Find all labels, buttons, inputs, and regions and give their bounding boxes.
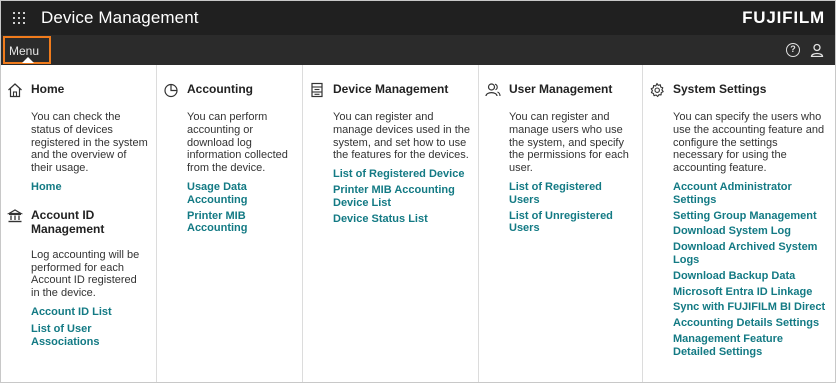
section-description: You can register and manage users who us… [509, 111, 629, 175]
section-title: User Management [509, 82, 613, 96]
link-usage-data-accounting[interactable]: Usage Data Accounting [187, 181, 294, 207]
section-account-id-management: Account ID Management Log accounting wil… [7, 208, 148, 349]
link-list-of-registered-device[interactable]: List of Registered Device [333, 168, 470, 181]
section-description: You can perform accounting or download l… [187, 111, 288, 175]
section-system-settings: System Settings You can specify the user… [649, 82, 827, 359]
link-device-status-list[interactable]: Device Status List [333, 213, 470, 226]
bank-icon [7, 209, 23, 222]
link-setting-group-management[interactable]: Setting Group Management [673, 210, 827, 223]
link-account-id-list[interactable]: Account ID List [31, 306, 148, 319]
link-account-administrator-settings[interactable]: Account Administrator Settings [673, 181, 827, 207]
menu-column-system-settings: System Settings You can specify the user… [642, 65, 835, 382]
menu-button[interactable]: Menu [3, 36, 51, 64]
link-list-of-unregistered-users[interactable]: List of Unregistered Users [509, 210, 634, 236]
link-printer-mib-accounting-device-list[interactable]: Printer MIB Accounting Device List [333, 184, 470, 210]
link-list-of-user-associations[interactable]: List of User Associations [31, 323, 148, 349]
app-window: Device Management FUJIFILM Menu ? Home Y… [0, 0, 836, 383]
section-title: Home [31, 82, 65, 96]
help-icon[interactable]: ? [786, 43, 800, 57]
link-management-feature-detailed-settings[interactable]: Management Feature Detailed Settings [673, 333, 827, 359]
brand-logo: FUJIFILM [742, 8, 825, 27]
link-printer-mib-accounting[interactable]: Printer MIB Accounting [187, 210, 294, 236]
gear-icon [650, 82, 664, 98]
home-icon [8, 83, 22, 98]
link-accounting-details-settings[interactable]: Accounting Details Settings [673, 317, 827, 330]
section-description: Log accounting will be performed for eac… [31, 248, 140, 300]
link-list-of-registered-users[interactable]: List of Registered Users [509, 181, 634, 207]
link-sync-with-fujifilm-bi-direct[interactable]: Sync with FUJIFILM BI Direct [673, 301, 827, 314]
section-title: Device Management [333, 82, 449, 96]
section-description: You can specify the users who use the ac… [673, 111, 825, 175]
menu-caret-icon [22, 57, 34, 63]
link-download-archived-system-logs[interactable]: Download Archived System Logs [673, 241, 827, 267]
menu-panel: Home You can check the status of devices… [1, 65, 835, 382]
app-bar: Device Management FUJIFILM [1, 1, 835, 35]
link-home[interactable]: Home [31, 181, 148, 194]
menu-bar: Menu ? [1, 35, 835, 65]
user-icon[interactable] [810, 43, 824, 57]
link-download-backup-data[interactable]: Download Backup Data [673, 270, 827, 283]
menu-column-home: Home You can check the status of devices… [1, 65, 156, 382]
section-description: You can register and manage devices used… [333, 111, 470, 162]
menu-label: Menu [9, 44, 40, 58]
menu-column-user-management: User Management You can register and man… [478, 65, 642, 382]
app-title: Device Management [41, 8, 199, 27]
section-accounting: Accounting You can perform accounting or… [163, 82, 294, 235]
section-title: System Settings [673, 82, 767, 96]
apps-grid-icon[interactable] [13, 12, 25, 24]
link-microsoft-entra-id-linkage[interactable]: Microsoft Entra ID Linkage [673, 286, 827, 299]
section-title: Account ID Management [31, 207, 105, 236]
section-device-management: Device Management You can register and m… [309, 82, 470, 225]
section-description: You can check the status of devices regi… [31, 111, 148, 175]
pie-chart-icon [164, 83, 178, 98]
device-icon [311, 82, 323, 98]
users-icon [485, 83, 501, 97]
menu-column-device-management: Device Management You can register and m… [302, 65, 478, 382]
section-title: Accounting [187, 82, 253, 96]
section-home: Home You can check the status of devices… [7, 82, 148, 194]
menu-column-accounting: Accounting You can perform accounting or… [156, 65, 302, 382]
section-user-management: User Management You can register and man… [485, 82, 634, 235]
link-download-system-log[interactable]: Download System Log [673, 225, 827, 238]
